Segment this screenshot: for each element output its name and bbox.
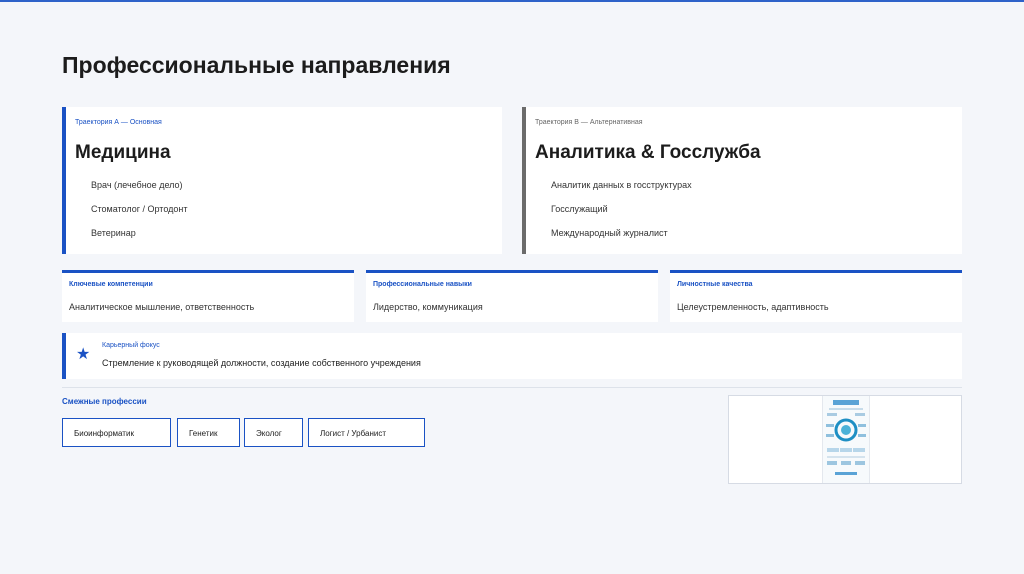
profession-item: Аналитик данных в госструктурах (551, 180, 692, 190)
career-focus-value: Стремление к руководящей должности, созд… (102, 358, 421, 368)
infographic-thumbnail-image (826, 400, 866, 475)
section-divider (62, 387, 962, 388)
trajectory-tag: Траектория В — Альтернативная (535, 119, 643, 126)
trajectory-name: Аналитика & Госслужба (535, 142, 761, 163)
competency-value: Целеустремленность, адаптивность (677, 302, 829, 312)
profession-item: Госслужащий (551, 204, 608, 214)
profession-item: Стоматолог / Ортодонт (91, 204, 188, 214)
competency-card-personal: Личностные качества Целеустремленность, … (670, 270, 962, 322)
related-chip: Логист / Урбанист (308, 418, 425, 447)
trajectory-card-a: Траектория А — Основная Медицина Врач (л… (62, 107, 502, 254)
competency-card-professional: Профессиональные навыки Лидерство, комму… (366, 270, 658, 322)
profession-item: Международный журналист (551, 228, 668, 238)
competency-value: Аналитическое мышление, ответственность (69, 302, 255, 312)
competency-heading: Профессиональные навыки (373, 281, 472, 288)
competency-heading: Ключевые компетенции (69, 281, 153, 288)
related-heading: Смежные профессии (62, 397, 147, 406)
page-title: Профессиональные направления (62, 52, 451, 78)
competency-value: Лидерство, коммуникация (373, 302, 483, 312)
profession-list: Врач (лечебное дело) Стоматолог / Ортодо… (75, 180, 502, 252)
trajectory-card-b: Траектория В — Альтернативная Аналитика … (522, 107, 962, 254)
related-chip: Генетик (177, 418, 240, 447)
profession-item: Ветеринар (91, 228, 136, 238)
related-chip: Биоинформатик (62, 418, 171, 447)
thumbnail-divider (869, 396, 870, 483)
profession-list: Аналитик данных в госструктурах Госслужа… (535, 180, 962, 252)
star-icon: ★ (76, 346, 91, 363)
career-focus-heading: Карьерный фокус (102, 342, 160, 349)
infographic-thumbnail[interactable] (823, 396, 869, 483)
competency-card-key: Ключевые компетенции Аналитическое мышле… (62, 270, 354, 322)
related-chip: Эколог (244, 418, 303, 447)
top-accent-line (0, 0, 1024, 2)
profession-item: Врач (лечебное дело) (91, 180, 183, 190)
trajectory-tag: Траектория А — Основная (75, 119, 162, 126)
slide-thumbnail-strip[interactable] (728, 395, 962, 484)
trajectory-name: Медицина (75, 142, 171, 163)
career-focus-card: ★ Карьерный фокус Стремление к руководящ… (62, 333, 962, 379)
competency-heading: Личностные качества (677, 281, 753, 288)
